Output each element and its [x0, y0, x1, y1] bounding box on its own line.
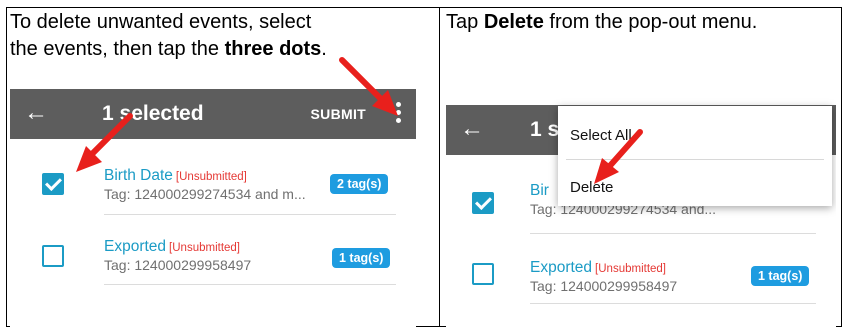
back-arrow-icon[interactable]: ← — [24, 100, 48, 126]
checkbox-checked[interactable] — [472, 192, 494, 214]
red-arrow-icon — [76, 113, 133, 172]
back-arrow-icon[interactable]: ← — [460, 116, 484, 142]
red-arrow-icon — [339, 57, 398, 116]
red-arrow-icon — [594, 129, 643, 184]
three-dots-emphasis: three dots — [224, 38, 322, 60]
delete-emphasis: Delete — [483, 11, 544, 33]
cell-divider — [439, 8, 440, 326]
event-name: Bir — [530, 182, 549, 199]
status-badge: [Unsubmitted] — [169, 242, 240, 254]
row-divider — [530, 303, 816, 304]
event-name: Exported — [530, 259, 593, 276]
selection-count-title: 1 s — [530, 118, 560, 141]
checkbox-checked[interactable] — [42, 173, 64, 195]
list-item[interactable]: Exported [Unsubmitted] Tag: 1240002999584… — [10, 215, 416, 285]
event-tag-text: Tag: 124000299958497 — [104, 257, 252, 273]
checkbox-unchecked[interactable] — [472, 263, 494, 285]
tag-count-badge[interactable]: 1 tag(s) — [332, 248, 391, 268]
left-instruction-line1: To delete unwanted events, select — [10, 11, 312, 33]
event-tag-text: Tag: 124000299274534 and m... — [104, 186, 306, 202]
checkbox-unchecked[interactable] — [42, 245, 64, 267]
row-divider — [104, 284, 396, 285]
event-tag-text: Tag: 124000299958497 — [530, 278, 678, 294]
tag-count-badge[interactable]: 1 tag(s) — [751, 266, 810, 286]
right-instruction: Tap Delete from the pop-out menu. — [446, 11, 758, 33]
tag-count-badge[interactable]: 2 tag(s) — [330, 174, 389, 194]
status-badge: [Unsubmitted] — [595, 263, 666, 275]
status-badge: [Unsubmitted] — [175, 171, 247, 183]
list-item[interactable]: Exported [Unsubmitted] Tag: 1240002999584… — [446, 234, 836, 304]
event-name: Exported — [104, 238, 167, 255]
